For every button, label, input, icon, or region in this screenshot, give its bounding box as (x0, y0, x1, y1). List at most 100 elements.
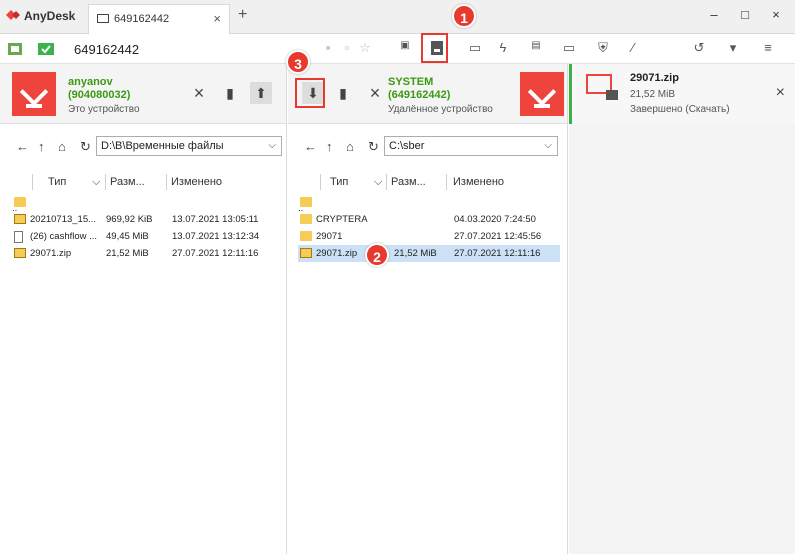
close-button[interactable]: × (766, 7, 786, 27)
actions-lightning-icon[interactable]: ϟ (494, 40, 512, 58)
back-arrow-icon[interactable]: ← (16, 139, 29, 154)
highlight-file-transfer (421, 33, 448, 63)
chevron-down-icon (19, 77, 49, 107)
remote-file-list: .. CRYPTERA 04.03.2020 7:24:50 29071 27.… (298, 194, 560, 262)
remote-path-input[interactable]: C:\sber ⌵ (384, 136, 558, 156)
list-item[interactable]: 29071 27.07.2021 12:45:56 (298, 228, 560, 245)
lock-icon[interactable]: ▪ (319, 40, 337, 58)
shield-icon[interactable]: ⛨ (594, 40, 612, 58)
transfer-status[interactable]: Завершено (Скачать) (630, 104, 730, 115)
maximize-button[interactable]: □ (735, 7, 755, 27)
menu-icon[interactable]: ≡ (759, 40, 777, 58)
file-name: (26) cashflow ... (30, 231, 98, 242)
tab-label: 649162442 (114, 13, 170, 25)
new-file-icon[interactable]: ▮ (219, 82, 241, 104)
download-icon[interactable]: ▾ (724, 40, 742, 58)
upload-icon[interactable]: ⬆ (250, 82, 272, 104)
local-user-id: (904080032) (68, 89, 131, 101)
session-tab[interactable]: 649162442 × (88, 4, 230, 34)
remote-panel-header: ⬇ ▮ × SYSTEM (649162442) Удалённое устро… (288, 64, 567, 124)
chat-bubble-icon[interactable]: ▭ (466, 40, 484, 58)
list-item-selected[interactable]: 29071.zip 21,52 MiB 27.07.2021 12:11:16 (298, 245, 560, 262)
file-modified: 13.07.2021 13:05:11 (172, 214, 259, 225)
transfer-item[interactable]: 29071.zip 21,52 MiB Завершено (Скачать) … (569, 64, 795, 124)
file-size: 21,52 MiB (394, 248, 437, 259)
display-icon[interactable]: ▭ (560, 40, 578, 58)
chat-icon[interactable]: ▫ (338, 40, 356, 58)
download-monitor-icon (586, 74, 618, 100)
file-modified: 13.07.2021 13:12:34 (172, 231, 260, 242)
file-modified: 27.07.2021 12:11:16 (172, 248, 259, 259)
app-name: AnyDesk (24, 9, 76, 23)
local-path-text: D:\B\Временные файлы (101, 140, 224, 152)
local-panel-header: anyanov (904080032) Это устройство × ▮ ⬆ (0, 64, 286, 124)
pen-icon[interactable]: ∕ (624, 40, 642, 58)
minimize-button[interactable]: – (704, 7, 724, 27)
local-path-input[interactable]: D:\B\Временные файлы ⌵ (96, 136, 282, 156)
col-modified[interactable]: Изменено (171, 176, 222, 188)
tab-close-button[interactable]: × (213, 11, 221, 26)
remote-avatar (520, 72, 564, 116)
home-icon[interactable]: ⌂ (346, 139, 354, 154)
close-remote-icon[interactable]: × (364, 82, 386, 104)
file-name: 20210713_15... (30, 214, 97, 225)
list-item[interactable]: (26) cashflow ... 49,45 MiB 13.07.2021 1… (12, 228, 282, 245)
sort-chevron-icon[interactable]: ⌵ (374, 176, 382, 189)
col-size[interactable]: Разм... (391, 176, 426, 188)
file-name: 29071.zip (316, 248, 358, 259)
file-size: 21,52 MiB (106, 248, 149, 259)
marker-2: 2 (365, 243, 389, 267)
up-arrow-icon[interactable]: ↑ (38, 139, 45, 154)
file-name: CRYPTERA (316, 214, 368, 225)
display-one-icon[interactable]: ▣ (396, 40, 414, 58)
transfer-file-name: 29071.zip (630, 72, 679, 84)
highlight-download (295, 78, 325, 108)
home-icon[interactable]: ⌂ (58, 139, 66, 154)
local-file-list: .. 20210713_15... 969,92 KiB 13.07.2021 … (12, 194, 282, 262)
zip-icon (14, 214, 26, 224)
transfer-close-button[interactable]: × (776, 84, 785, 102)
local-user-name: anyanov (68, 76, 113, 88)
file-size: 969,92 KiB (106, 214, 153, 225)
address-input[interactable]: 649162442 (74, 42, 139, 57)
favorite-icon[interactable]: ☆ (356, 40, 374, 58)
refresh-icon[interactable]: ↻ (368, 139, 379, 155)
list-item[interactable]: CRYPTERA 04.03.2020 7:24:50 (298, 211, 560, 228)
col-modified[interactable]: Изменено (453, 176, 504, 188)
address-bar: 649162442 ▪ ▫ ☆ ▣ ▭ ϟ ▤ ▭ ⛨ ∕ ↺ ▾ ≡ (0, 34, 795, 64)
network-status-icon (8, 43, 22, 55)
remote-path-row: ← ↑ ⌂ ↻ C:\sber ⌵ (288, 134, 567, 158)
refresh-icon[interactable]: ↻ (80, 139, 91, 155)
folder-icon (300, 214, 312, 224)
new-tab-button[interactable]: + (238, 6, 247, 24)
back-arrow-icon[interactable]: ← (304, 139, 317, 154)
sort-chevron-icon[interactable]: ⌵ (92, 176, 100, 189)
file-name: 29071.zip (30, 248, 72, 259)
local-file-panel: anyanov (904080032) Это устройство × ▮ ⬆… (0, 64, 287, 554)
list-item[interactable]: .. (12, 194, 282, 214)
file-modified: 27.07.2021 12:45:56 (454, 231, 542, 242)
remote-path-text: C:\sber (389, 140, 425, 152)
col-size[interactable]: Разм... (110, 176, 145, 188)
chevron-down-icon: ⌵ (268, 140, 276, 151)
new-file-icon[interactable]: ▮ (332, 82, 354, 104)
connection-verified-icon (38, 43, 54, 55)
folder-icon (300, 231, 312, 241)
list-item[interactable]: .. (298, 194, 560, 214)
col-type[interactable]: Тип (48, 176, 66, 188)
list-item[interactable]: 29071.zip 21,52 MiB 27.07.2021 12:11:16 (12, 245, 282, 262)
remote-file-panel: ⬇ ▮ × SYSTEM (649162442) Удалённое устро… (288, 64, 568, 554)
history-icon[interactable]: ↺ (690, 40, 708, 58)
transfer-panel: 29071.zip 21,52 MiB Завершено (Скачать) … (569, 64, 795, 554)
chevron-down-icon (527, 77, 557, 107)
local-avatar (12, 72, 56, 116)
up-arrow-icon[interactable]: ↑ (326, 139, 333, 154)
keyboard-icon[interactable]: ▤ (527, 40, 545, 58)
remote-subtitle: Удалённое устройство (388, 104, 493, 115)
col-type[interactable]: Тип (330, 176, 348, 188)
list-item[interactable]: 20210713_15... 969,92 KiB 13.07.2021 13:… (12, 211, 282, 228)
remote-column-header: Тип ⌵ Разм... Изменено (288, 174, 567, 192)
remote-user-name: SYSTEM (388, 76, 434, 88)
file-modified: 27.07.2021 12:11:16 (454, 248, 541, 259)
close-local-icon[interactable]: × (188, 82, 210, 104)
